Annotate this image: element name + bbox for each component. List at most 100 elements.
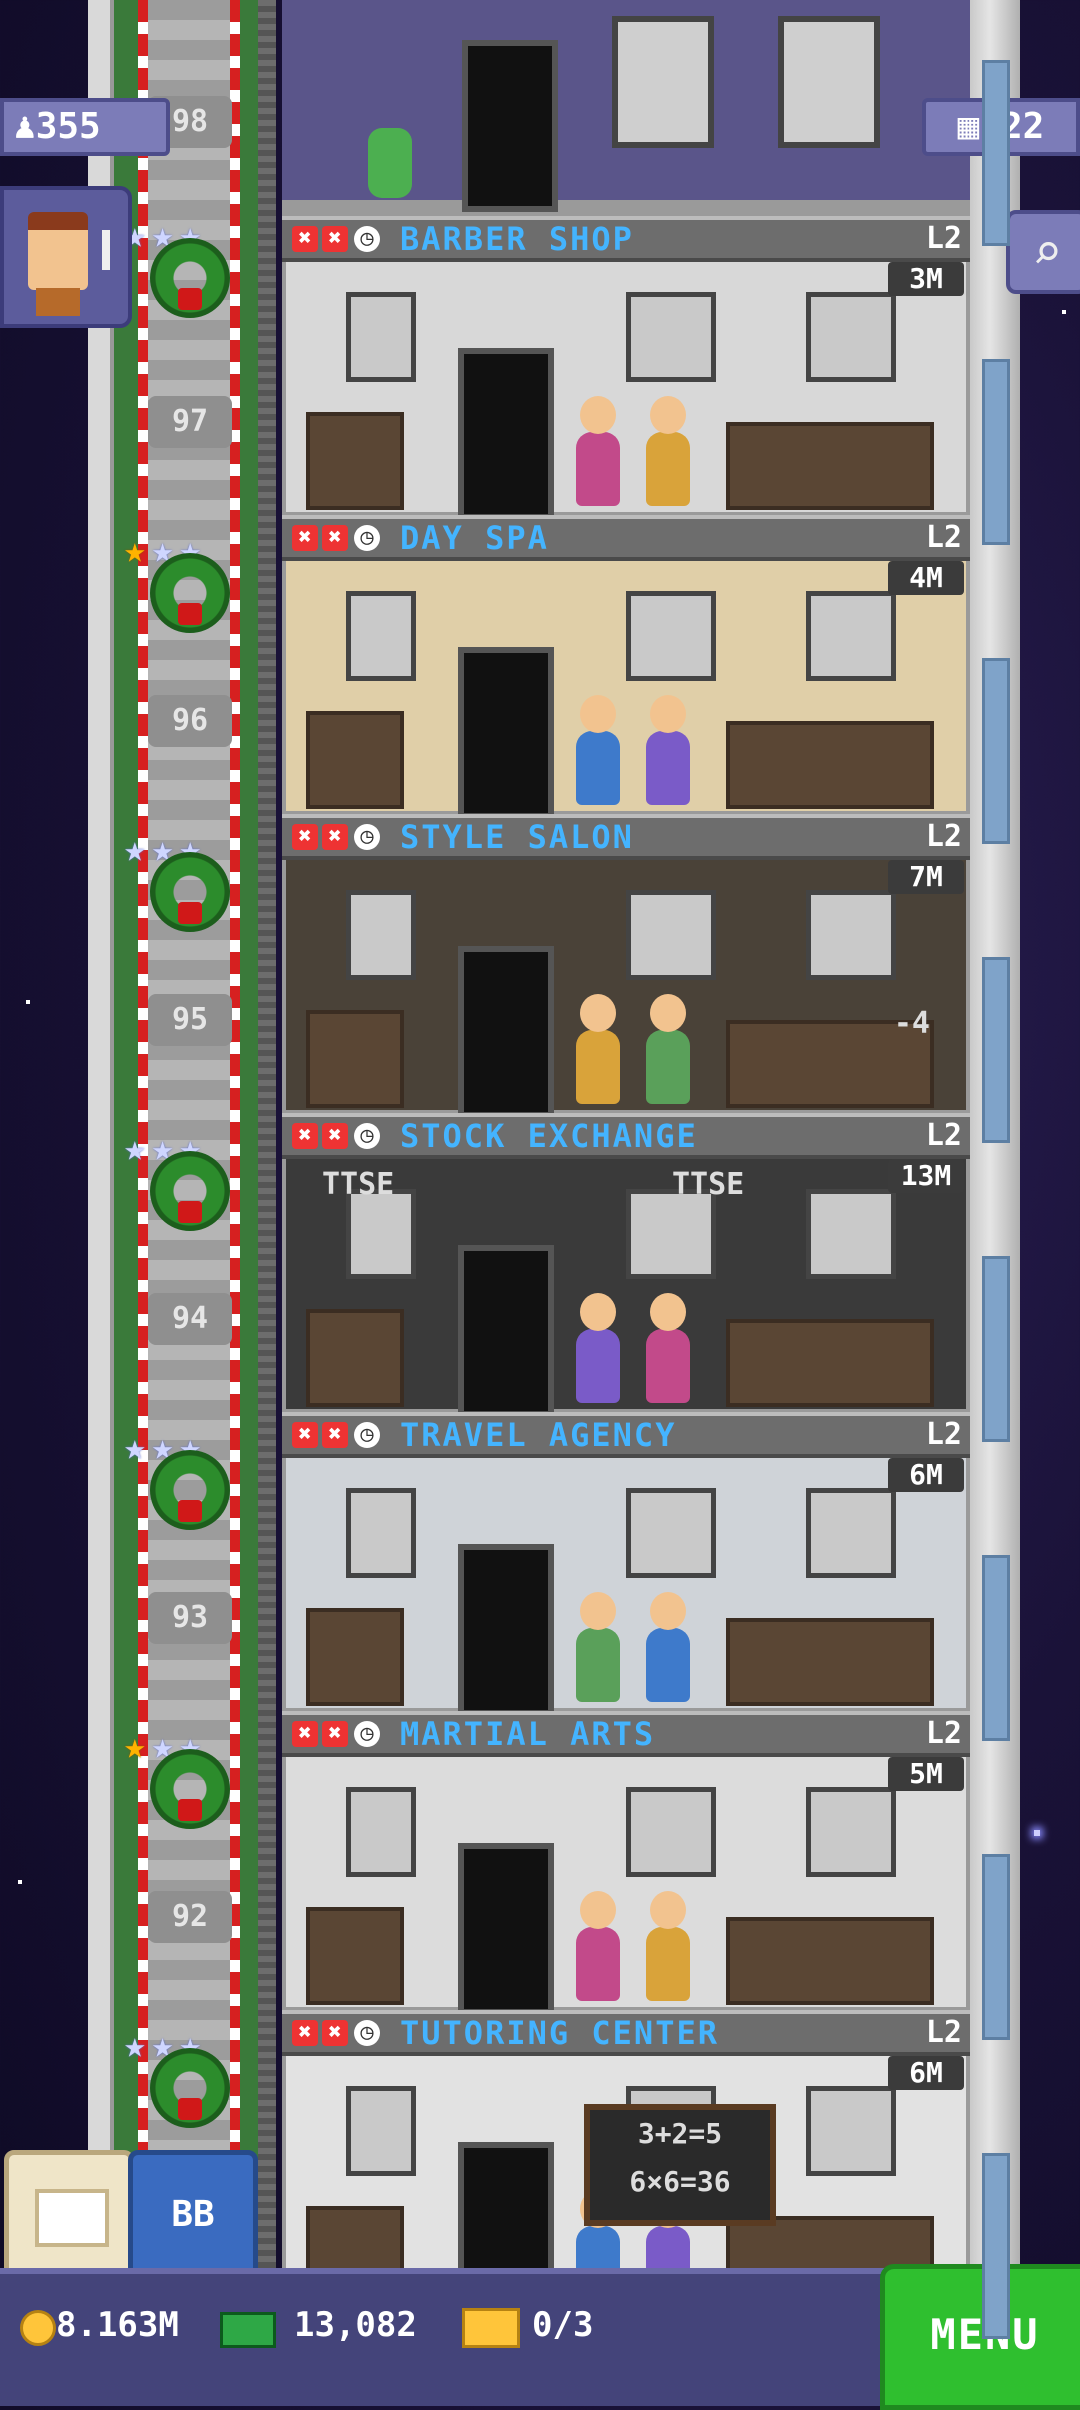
tenant[interactable] (576, 695, 620, 805)
floor-header[interactable]: ✖ ✖ ◷ TUTORING CENTER L2 (282, 2010, 970, 2056)
furniture (726, 721, 934, 809)
avatar-body (36, 288, 80, 316)
floor-93[interactable]: ✖ ✖ ◷ TRAVEL AGENCY L2 6M (282, 1412, 970, 1716)
bitizen-avatar-button[interactable] (0, 186, 132, 328)
floor-name: BARBER SHOP (400, 220, 634, 258)
furniture (726, 1319, 934, 1407)
floor-header[interactable]: ✖ ✖ ◷ MARTIAL ARTS L2 (282, 1711, 970, 1757)
floor-98-room[interactable] (282, 0, 970, 212)
floor-name: TUTORING CENTER (400, 2014, 719, 2052)
bow-icon (178, 1799, 202, 1821)
elevator-floor-number[interactable]: 96 (148, 695, 232, 747)
floor-96[interactable]: ✖ ✖ ◷ DAY SPA L2 4M (282, 515, 970, 819)
wall-decoration (346, 591, 416, 681)
elevator-floor-number[interactable]: 95 (148, 994, 232, 1046)
furniture (726, 1618, 934, 1706)
bitbook-button[interactable]: BB (128, 2150, 258, 2280)
elevator-floor-number[interactable]: 92 (148, 1891, 232, 1943)
coins-value: 8.163M (56, 2305, 179, 2345)
tenant[interactable] (576, 1293, 620, 1403)
coin-icon (20, 2310, 56, 2346)
wall-decoration (346, 1189, 416, 1279)
vip-tickets-value: 0/3 (532, 2305, 594, 2345)
floor-92[interactable]: ✖ ✖ ◷ MARTIAL ARTS L2 5M (282, 1711, 970, 2015)
room-interior[interactable] (286, 860, 966, 1118)
income-badge[interactable]: 6M (888, 2056, 964, 2090)
building-window (982, 359, 1010, 545)
floor-header[interactable]: ✖ ✖ ◷ STYLE SALON L2 (282, 814, 970, 860)
floor-header[interactable]: ✖ ✖ ◷ TRAVEL AGENCY L2 (282, 1412, 970, 1458)
tenant[interactable] (576, 994, 620, 1104)
tenant[interactable] (646, 1891, 690, 2001)
person-icon: ♟ (14, 106, 36, 147)
elevator-floor-number[interactable]: 93 (148, 1592, 232, 1644)
room-interior[interactable] (286, 1458, 966, 1716)
tenant[interactable] (576, 1891, 620, 2001)
chalkboard: 3+2=5 6×6=36 (584, 2104, 776, 2226)
close-icon: ✖ (322, 226, 348, 252)
menu-button[interactable]: MENU (880, 2264, 1080, 2410)
tenant[interactable] (646, 695, 690, 805)
bow-icon (178, 902, 202, 924)
window-blind (778, 16, 880, 148)
floor-level: L2 (925, 1118, 962, 1153)
tenant[interactable] (368, 128, 412, 198)
close-icon: ✖ (292, 1422, 318, 1448)
search-icon[interactable]: ⌕ (1006, 210, 1080, 294)
clock-icon: ◷ (354, 525, 380, 551)
door (458, 1843, 554, 2015)
population-counter[interactable]: ♟355 (0, 98, 170, 156)
door (458, 647, 554, 819)
wall-decoration (806, 1488, 896, 1578)
wall-decoration (806, 1787, 896, 1877)
income-badge[interactable]: 4M (888, 561, 964, 595)
wreath-icon (150, 1151, 230, 1231)
clock-icon: ◷ (354, 2020, 380, 2046)
wall-decoration (346, 890, 416, 980)
furniture (726, 1917, 934, 2005)
tenant[interactable] (646, 994, 690, 1104)
income-badge[interactable]: 13M (888, 1159, 964, 1193)
gold-star-icon: ★ (124, 1726, 146, 1767)
vip-ticket-icon (462, 2308, 520, 2348)
population-value: 355 (35, 106, 101, 147)
room-interior[interactable] (286, 1757, 966, 2015)
clock-icon: ◷ (354, 1422, 380, 1448)
furniture (306, 1309, 404, 1407)
income-badge[interactable]: 5M (888, 1757, 964, 1791)
income-badge[interactable]: 6M (888, 1458, 964, 1492)
floor-91[interactable]: ✖ ✖ ◷ TUTORING CENTER L2 6M 3+2=5 6×6=36 (282, 2010, 970, 2314)
tenant[interactable] (646, 1592, 690, 1702)
tenant[interactable] (576, 1592, 620, 1702)
tenant[interactable] (576, 396, 620, 506)
bux-icon (220, 2312, 276, 2348)
floor-header[interactable]: ✖ ✖ ◷ DAY SPA L2 (282, 515, 970, 561)
tenant[interactable] (646, 1293, 690, 1403)
room-interior[interactable] (286, 262, 966, 520)
floor-level: L2 (925, 1417, 962, 1452)
furniture (726, 422, 934, 510)
gold-star-icon: ★ (124, 530, 146, 571)
elevator-floor-number[interactable]: 97 (148, 396, 232, 448)
building-window (982, 2153, 1010, 2339)
income-badge[interactable]: 7M (888, 860, 964, 894)
floor-95[interactable]: ✖ ✖ ◷ STYLE SALON L2 7M -4 (282, 814, 970, 1118)
clock-icon: ◷ (354, 226, 380, 252)
wall-decoration (626, 1787, 716, 1877)
wall-decoration (346, 2086, 416, 2176)
floor-94[interactable]: ✖ ✖ ◷ STOCK EXCHANGE L2 13M TTSE TTSE (282, 1113, 970, 1417)
floor-header[interactable]: ✖ ✖ ◷ STOCK EXCHANGE L2 (282, 1113, 970, 1159)
floor-97[interactable]: ✖ ✖ ◷ BARBER SHOP L2 3M (282, 216, 970, 520)
wall-decoration (346, 292, 416, 382)
close-icon: ✖ (322, 1123, 348, 1149)
elevator-floor-number[interactable]: 94 (148, 1293, 232, 1345)
floor-header[interactable]: ✖ ✖ ◷ BARBER SHOP L2 (282, 216, 970, 262)
crate-button[interactable] (4, 2150, 134, 2280)
tenant[interactable] (646, 396, 690, 506)
close-icon: ✖ (292, 824, 318, 850)
income-badge[interactable]: 3M (888, 262, 964, 296)
silver-star-icon: ★ (124, 2025, 146, 2066)
bow-icon (178, 1201, 202, 1223)
furniture (306, 412, 404, 510)
room-interior[interactable] (286, 561, 966, 819)
